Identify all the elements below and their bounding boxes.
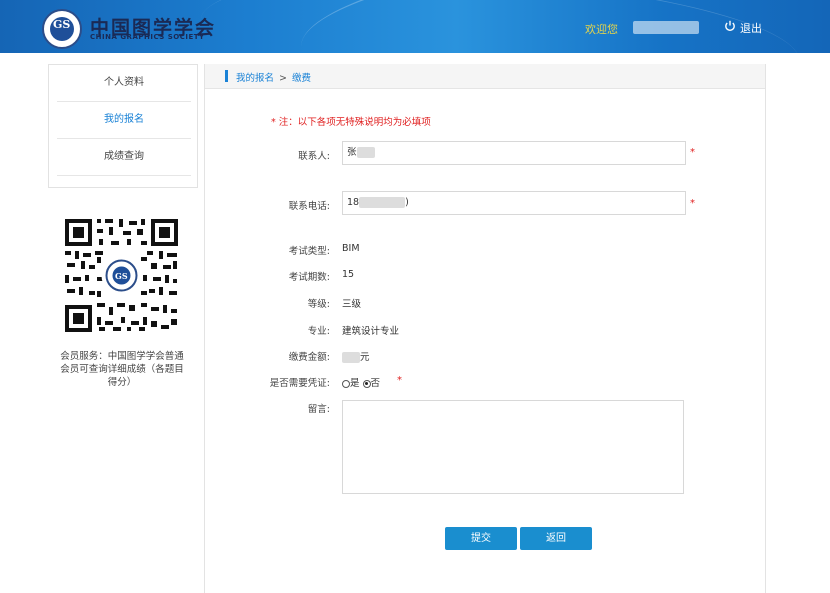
message-label: 留言: [307,404,330,415]
logout-link[interactable]: 退出 [740,20,762,36]
breadcrumb-parent-link[interactable]: 我的报名 [236,73,274,84]
logo-english-text: CHINA GRAPHICS SOCIETY [90,33,205,41]
phone-input[interactable]: 18) [342,191,686,215]
username-redacted [633,21,699,34]
back-button[interactable]: 返回 [520,527,592,550]
phone-value: 18 [347,197,360,208]
top-header: GS 中国图学学会 CHINA GRAPHICS SOCIETY 欢迎您 退出 [0,0,830,53]
contact-redacted [356,147,375,158]
fee-unit: 元 [360,352,370,363]
exam-type-value: BIM [342,243,360,254]
voucher-no-radio[interactable] [362,379,371,388]
submit-button[interactable]: 提交 [445,527,517,550]
phone-suffix: ) [405,197,409,208]
required-star: * [690,198,695,209]
fee-redacted [342,352,360,363]
major-label: 专业: [307,326,330,337]
phone-label: 联系电话: [288,201,330,212]
breadcrumb-current: 缴费 [291,73,311,84]
major-value: 建筑设计专业 [342,326,400,337]
voucher-yes-radio[interactable] [342,379,350,388]
voucher-yes-label[interactable]: 是 [350,378,360,389]
exam-period-value: 15 [342,269,355,280]
breadcrumb: 我的报名 > 缴费 [205,64,765,89]
exam-period-label: 考试期数: [288,272,330,283]
sidebar-item-profile[interactable]: 个人资料 [57,65,191,102]
contact-label: 联系人: [298,151,330,162]
fee-label: 缴费金额: [288,352,330,363]
svg-text:GS: GS [115,271,128,281]
level-value: 三级 [342,299,362,310]
voucher-radio-group: 是 否 [342,375,380,389]
sidebar-menu: 个人资料 我的报名 成绩查询 [48,64,198,188]
power-icon[interactable] [724,20,736,32]
society-logo-icon: GS [42,9,82,49]
required-star: * [397,375,402,386]
breadcrumb-separator: > [279,73,287,84]
fee-value: 元 [342,349,370,363]
qr-code-image: GS [63,217,180,334]
exam-type-label: 考试类型: [288,246,330,257]
voucher-no-label[interactable]: 否 [371,378,381,389]
qr-caption-text: 会员服务：中国图学学会普通会员可查询详细成绩（各题目得分） [60,351,184,388]
sidebar-item-score-query[interactable]: 成绩查询 [57,139,191,176]
level-label: 等级: [307,299,330,310]
voucher-label: 是否需要凭证: [269,378,330,389]
sidebar-item-my-registration[interactable]: 我的报名 [57,102,191,139]
required-star: * [690,147,695,158]
contact-input[interactable]: 张 [342,141,686,165]
phone-redacted [359,197,406,208]
required-note: * 注：以下各项无特殊说明均为必填项 [271,117,431,128]
message-textarea[interactable] [342,400,684,494]
contact-value: 张 [347,147,357,158]
welcome-text: 欢迎您 [585,23,618,36]
